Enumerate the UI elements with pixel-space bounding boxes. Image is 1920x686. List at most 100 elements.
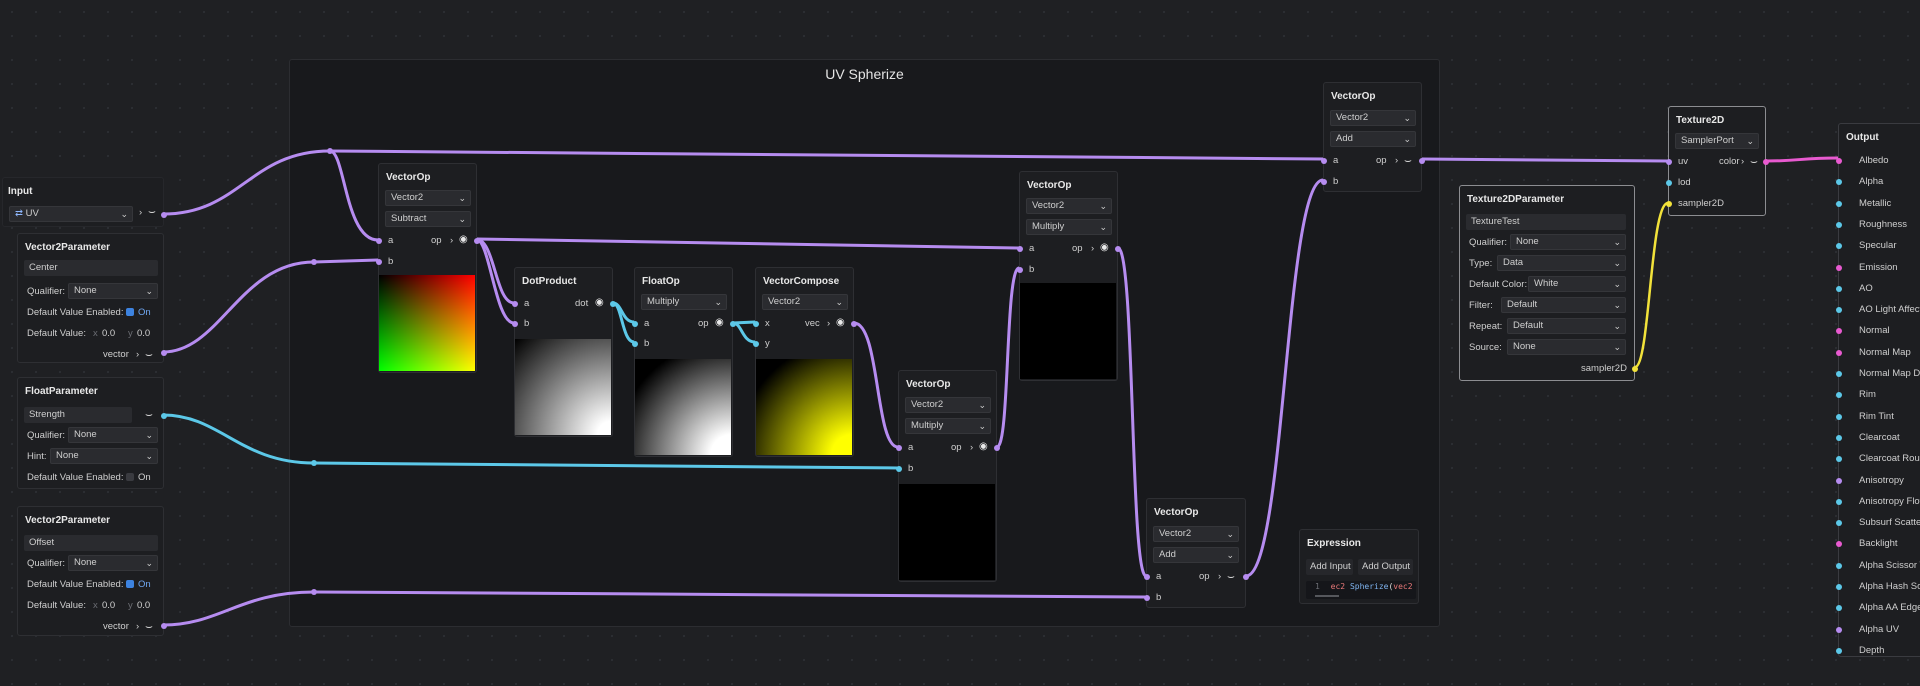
output-port[interactable]	[730, 321, 736, 327]
input-port-b[interactable]	[632, 341, 638, 347]
output-node[interactable]: Output Albedo Alpha Metallic Roughness Specu…	[1836, 123, 1920, 657]
hint-select[interactable]: None ⌄	[50, 448, 158, 464]
expression-code-editor[interactable]: 1 ec2 Spherize(vec2	[1306, 581, 1416, 599]
output-port[interactable]	[474, 238, 480, 244]
filter-select[interactable]: Default ⌄	[1501, 297, 1626, 313]
qualifier-select[interactable]: None ⌄	[68, 427, 158, 443]
output-input-port[interactable]	[1836, 647, 1842, 654]
add-output-button[interactable]: Add Output	[1358, 559, 1413, 575]
default-enabled-checkbox[interactable]	[126, 473, 134, 481]
input-port-b[interactable]	[1321, 179, 1327, 185]
input-port-uv[interactable]	[1666, 159, 1672, 165]
output-input-port[interactable]	[1836, 158, 1842, 164]
output-input-port[interactable]	[1836, 221, 1842, 228]
input-port-b[interactable]	[1017, 267, 1023, 273]
output-input-port[interactable]	[1836, 541, 1842, 548]
type-select[interactable]: Vector2 ⌄	[762, 294, 848, 310]
preview-eye-icon[interactable]: ◉	[836, 317, 845, 328]
input-port-a[interactable]	[376, 238, 382, 244]
vector2-parameter-node[interactable]: Vector2Parameter Center Qualifier: None ⌄…	[17, 233, 167, 363]
parameter-name-field[interactable]: Offset	[24, 535, 158, 551]
vectorop-add-node[interactable]: VectorOp Vector2 ⌄ Add ⌄ a op › ⌣ b	[1144, 498, 1249, 608]
output-input-port[interactable]	[1836, 179, 1842, 186]
input-port-a[interactable]	[896, 445, 902, 451]
output-input-port[interactable]	[1836, 328, 1842, 335]
preview-eye-icon[interactable]: ◉	[979, 441, 988, 452]
vectorop-add-node[interactable]: VectorOp Vector2 ⌄ Add ⌄ a op › ⌣ b	[1321, 82, 1425, 192]
input-port-a[interactable]	[1321, 158, 1327, 164]
type-select[interactable]: Vector2 ⌄	[1153, 526, 1239, 542]
vectorop-multiply-node[interactable]: VectorOp Vector2 ⌄ Multiply ⌄ a op › ◉ b	[896, 370, 1000, 582]
output-port[interactable]	[1419, 158, 1425, 164]
output-input-port[interactable]	[1836, 307, 1842, 314]
output-input-port[interactable]	[1836, 413, 1842, 420]
input-port-a[interactable]	[632, 321, 638, 327]
dotproduct-node[interactable]: DotProduct a dot ◉ b	[512, 267, 616, 437]
output-input-port[interactable]	[1836, 477, 1842, 484]
uv-select[interactable]: ⇄ UV ⌄	[9, 206, 133, 222]
collapse-icon[interactable]: ⌣	[1227, 569, 1235, 584]
output-port[interactable]	[1243, 574, 1249, 580]
x-value-field[interactable]: 0.0	[102, 600, 115, 611]
output-input-port[interactable]	[1836, 626, 1842, 633]
preview-eye-icon[interactable]: ◉	[595, 297, 604, 308]
repeat-select[interactable]: Default ⌄	[1507, 318, 1626, 334]
operation-select[interactable]: Multiply ⌄	[1026, 219, 1112, 235]
float-parameter-node[interactable]: FloatParameter Strength ⌣ Qualifier: Non…	[17, 377, 167, 489]
output-input-port[interactable]	[1836, 605, 1842, 612]
texture2d-node[interactable]: Texture2D SamplerPort ⌄ uv color › ⌣ lod …	[1666, 106, 1769, 216]
input-port-b[interactable]	[376, 259, 382, 265]
floatop-node[interactable]: FloatOp Multiply ⌄ a op ◉ b	[632, 267, 736, 457]
collapse-icon[interactable]: ⌣	[148, 204, 156, 219]
output-input-port[interactable]	[1836, 434, 1842, 441]
source-select[interactable]: None ⌄	[1507, 339, 1626, 355]
type-select[interactable]: Vector2 ⌄	[905, 397, 991, 413]
collapse-icon[interactable]: ⌣	[145, 619, 153, 634]
default-enabled-checkbox[interactable]	[126, 308, 134, 316]
operation-select[interactable]: Add ⌄	[1153, 547, 1239, 563]
default-color-select[interactable]: White ⌄	[1528, 276, 1626, 292]
input-port-b[interactable]	[1144, 595, 1150, 601]
vectorop-multiply-node[interactable]: VectorOp Vector2 ⌄ Multiply ⌄ a op › ◉ b	[1017, 171, 1121, 381]
output-input-port[interactable]	[1836, 349, 1842, 356]
vector2-parameter-node[interactable]: Vector2Parameter Offset Qualifier: None ⌄…	[17, 506, 167, 636]
vectorop-subtract-node[interactable]: VectorOp Vector2 ⌄ Subtract ⌄ a op › ◉ b	[376, 163, 480, 373]
collapse-icon[interactable]: ⌣	[1750, 154, 1758, 169]
texture2d-parameter-node[interactable]: Texture2DParameter TextureTest Qualifier…	[1459, 185, 1638, 381]
type-select[interactable]: Vector2 ⌄	[385, 190, 471, 206]
input-port-a[interactable]	[512, 301, 518, 307]
output-input-port[interactable]	[1836, 498, 1842, 505]
expression-node[interactable]: Expression Add Input Add Output 1 ec2 Sp…	[1299, 529, 1419, 604]
qualifier-select[interactable]: None ⌄	[68, 283, 158, 299]
vectorcompose-node[interactable]: VectorCompose Vector2 ⌄ x vec › ◉ y	[753, 267, 857, 457]
output-input-port[interactable]	[1836, 264, 1842, 271]
output-input-port[interactable]	[1836, 562, 1842, 569]
output-port[interactable]	[161, 212, 167, 218]
code-scrollbar[interactable]	[1315, 595, 1339, 597]
output-input-port[interactable]	[1836, 456, 1842, 463]
type-select[interactable]: Data ⌄	[1497, 255, 1626, 271]
type-select[interactable]: Vector2 ⌄	[1330, 110, 1416, 126]
input-port-b[interactable]	[896, 466, 902, 472]
y-value-field[interactable]: 0.0	[137, 600, 150, 611]
input-port-a[interactable]	[1017, 246, 1023, 252]
add-input-button[interactable]: Add Input	[1306, 559, 1353, 575]
type-select[interactable]: Vector2 ⌄	[1026, 198, 1112, 214]
preview-eye-icon[interactable]: ◉	[715, 317, 724, 328]
output-input-port[interactable]	[1836, 584, 1842, 590]
parameter-name-field[interactable]: Center	[24, 260, 158, 276]
output-port[interactable]	[851, 321, 857, 327]
input-port-b[interactable]	[512, 321, 518, 327]
collapse-icon[interactable]: ⌣	[145, 347, 153, 362]
output-port[interactable]	[994, 445, 1000, 451]
output-port[interactable]	[161, 350, 167, 356]
y-value-field[interactable]: 0.0	[137, 328, 150, 339]
parameter-name-field[interactable]: Strength	[24, 407, 132, 423]
output-port[interactable]	[610, 301, 616, 307]
input-port-sampler[interactable]	[1666, 201, 1672, 207]
operation-select[interactable]: Multiply ⌄	[905, 418, 991, 434]
input-port-y[interactable]	[753, 341, 759, 347]
output-port[interactable]	[161, 623, 167, 629]
input-port-a[interactable]	[1144, 574, 1150, 580]
output-port[interactable]	[1115, 246, 1121, 252]
